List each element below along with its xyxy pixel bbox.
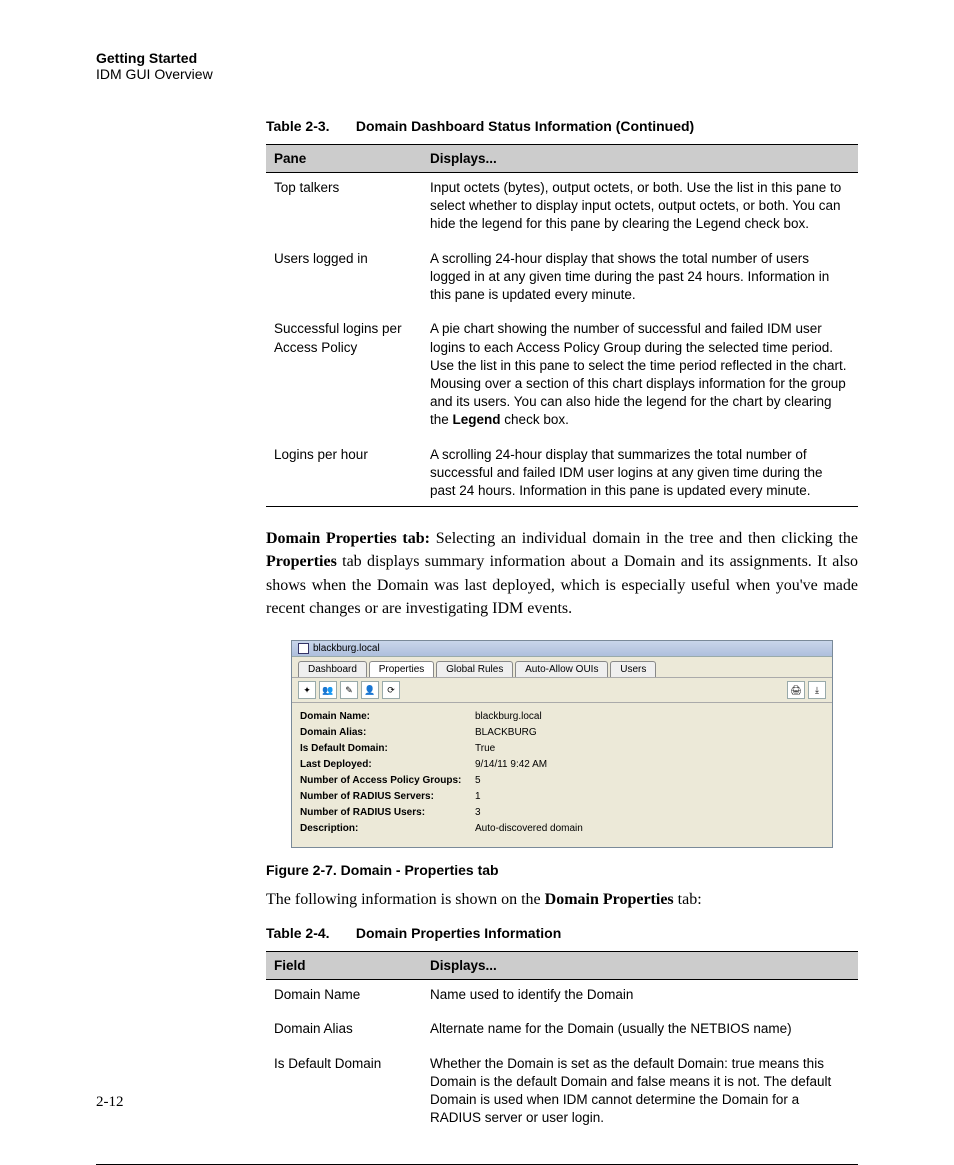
following-info-paragraph: The following information is shown on th…: [266, 888, 858, 911]
bold-lead: Domain Properties tab:: [266, 530, 430, 547]
table-row: Is Default Domain Whether the Domain is …: [266, 1049, 858, 1134]
cell-field: Domain Alias: [266, 1014, 422, 1048]
table-row: Domain Alias Alternate name for the Doma…: [266, 1014, 858, 1048]
tab-global-rules[interactable]: Global Rules: [436, 661, 513, 677]
list-item: Domain Name:blackburg.local: [300, 709, 824, 725]
cell-displays: A scrolling 24-hour display that summari…: [422, 440, 858, 507]
cell-displays: A pie chart showing the number of succes…: [422, 314, 858, 439]
prop-value: 5: [475, 773, 481, 789]
prop-label: Domain Name:: [300, 709, 475, 725]
cell-displays: Alternate name for the Domain (usually t…: [422, 1014, 858, 1048]
edit-icon[interactable]: ✎: [340, 681, 358, 699]
refresh-icon[interactable]: ⟳: [382, 681, 400, 699]
domain-properties-paragraph: Domain Properties tab: Selecting an indi…: [266, 527, 858, 620]
table-row: Logins per hour A scrolling 24-hour disp…: [266, 440, 858, 507]
window-titlebar: blackburg.local: [292, 641, 832, 657]
caption-number: Table 2-4.: [266, 925, 352, 941]
properties-window-screenshot: blackburg.local Dashboard Properties Glo…: [291, 640, 833, 848]
cell-displays: Whether the Domain is set as the default…: [422, 1049, 858, 1134]
toolbar: ✦ 👥 ✎ 👤 ⟳ 🖨 ⤓: [292, 677, 832, 703]
tab-properties[interactable]: Properties: [369, 661, 435, 677]
cell-displays: Input octets (bytes), output octets, or …: [422, 173, 858, 244]
text: check box.: [501, 412, 569, 427]
cell-field: Domain Name: [266, 980, 422, 1015]
caption-text: Domain Dashboard Status Information (Con…: [356, 118, 694, 134]
th-displays: Displays...: [422, 952, 858, 980]
table-2-3: Pane Displays... Top talkers Input octet…: [266, 144, 858, 507]
list-item: Number of Access Policy Groups:5: [300, 773, 824, 789]
prop-value: 9/14/11 9:42 AM: [475, 757, 547, 773]
prop-value: 3: [475, 805, 481, 821]
prop-value: 1: [475, 789, 481, 805]
window-icon: [298, 643, 309, 654]
cell-field: Is Default Domain: [266, 1049, 422, 1134]
table-row: Users logged in A scrolling 24-hour disp…: [266, 244, 858, 315]
prop-value: True: [475, 741, 495, 757]
table-2-4-caption: Table 2-4. Domain Properties Information: [266, 925, 858, 941]
prop-value: BLACKBURG: [475, 725, 537, 741]
text: tab:: [674, 891, 702, 908]
content-area: Table 2-3. Domain Dashboard Status Infor…: [266, 118, 858, 1134]
bold-text: Properties: [266, 553, 337, 570]
list-item: Domain Alias:BLACKBURG: [300, 725, 824, 741]
th-field: Field: [266, 952, 422, 980]
text: The following information is shown on th…: [266, 891, 545, 908]
toolbar-left-group: ✦ 👥 ✎ 👤 ⟳: [298, 681, 400, 699]
list-item: Number of RADIUS Servers:1: [300, 789, 824, 805]
cell-pane: Top talkers: [266, 173, 422, 244]
cell-pane: Users logged in: [266, 244, 422, 315]
bold-text: Legend: [453, 412, 501, 427]
list-item: Last Deployed:9/14/11 9:42 AM: [300, 757, 824, 773]
prop-label: Last Deployed:: [300, 757, 475, 773]
prop-label: Number of Access Policy Groups:: [300, 773, 475, 789]
running-head-title: Getting Started: [96, 50, 858, 66]
users-icon[interactable]: 👥: [319, 681, 337, 699]
prop-label: Description:: [300, 821, 475, 837]
window-title: blackburg.local: [313, 643, 380, 654]
prop-label: Number of RADIUS Users:: [300, 805, 475, 821]
tab-users[interactable]: Users: [610, 661, 656, 677]
table-row: Successful logins per Access Policy A pi…: [266, 314, 858, 439]
th-displays: Displays...: [422, 145, 858, 173]
cell-pane: Successful logins per Access Policy: [266, 314, 422, 439]
table-2-3-caption: Table 2-3. Domain Dashboard Status Infor…: [266, 118, 858, 134]
print-icon[interactable]: 🖨: [787, 681, 805, 699]
user-icon[interactable]: 👤: [361, 681, 379, 699]
page-number: 2-12: [96, 1094, 124, 1111]
bold-text: Domain Properties: [545, 891, 674, 908]
list-item: Description:Auto-discovered domain: [300, 821, 824, 837]
caption-text: Domain Properties Information: [356, 925, 561, 941]
export-icon[interactable]: ⤓: [808, 681, 826, 699]
properties-list: Domain Name:blackburg.local Domain Alias…: [292, 703, 832, 847]
figure-caption: Figure 2-7. Domain - Properties tab: [266, 862, 858, 878]
text: Selecting an individual domain in the tr…: [430, 530, 858, 547]
prop-label: Number of RADIUS Servers:: [300, 789, 475, 805]
prop-value: Auto-discovered domain: [475, 821, 583, 837]
caption-number: Table 2-3.: [266, 118, 352, 134]
tab-dashboard[interactable]: Dashboard: [298, 661, 367, 677]
prop-label: Domain Alias:: [300, 725, 475, 741]
new-icon[interactable]: ✦: [298, 681, 316, 699]
text: tab displays summary information about a…: [266, 553, 858, 616]
prop-label: Is Default Domain:: [300, 741, 475, 757]
cell-displays: A scrolling 24-hour display that shows t…: [422, 244, 858, 315]
page: Getting Started IDM GUI Overview Table 2…: [0, 0, 954, 1145]
running-head-subtitle: IDM GUI Overview: [96, 66, 858, 82]
tab-bar: Dashboard Properties Global Rules Auto-A…: [292, 657, 832, 677]
footer-rule: [96, 1164, 858, 1165]
th-pane: Pane: [266, 145, 422, 173]
list-item: Number of RADIUS Users:3: [300, 805, 824, 821]
table-2-4: Field Displays... Domain Name Name used …: [266, 951, 858, 1133]
table-row: Top talkers Input octets (bytes), output…: [266, 173, 858, 244]
table-row: Domain Name Name used to identify the Do…: [266, 980, 858, 1015]
toolbar-right-group: 🖨 ⤓: [787, 681, 826, 699]
cell-pane: Logins per hour: [266, 440, 422, 507]
prop-value: blackburg.local: [475, 709, 542, 725]
cell-displays: Name used to identify the Domain: [422, 980, 858, 1015]
list-item: Is Default Domain:True: [300, 741, 824, 757]
tab-auto-allow-ouis[interactable]: Auto-Allow OUIs: [515, 661, 608, 677]
